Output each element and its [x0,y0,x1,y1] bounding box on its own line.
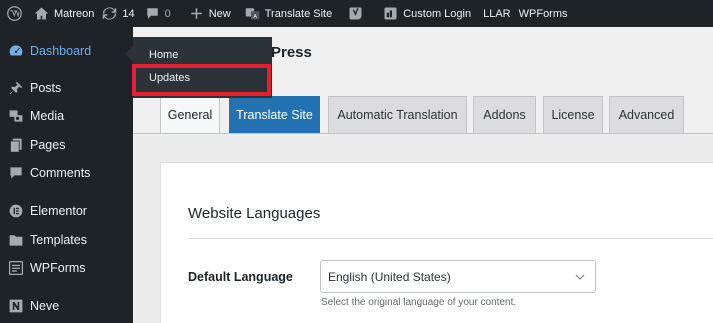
tab-automatic-translation[interactable]: Automatic Translation [328,96,467,133]
comments-link[interactable]: 0 [141,0,177,27]
sidebar-item-wpforms[interactable]: WPForms [0,254,133,282]
site-name-label: Matreon [54,7,95,20]
sidebar-item-posts[interactable]: Posts [0,74,133,102]
flyout-item-label: Home [149,49,179,61]
tab-license[interactable]: License [543,96,603,133]
new-label: New [208,7,231,20]
pushpin-icon [6,78,26,98]
default-language-value: English (United States) [328,269,451,284]
pages-icon [6,135,26,155]
custom-login-icon [383,6,398,21]
tab-label: License [551,108,595,122]
yoast-icon [348,6,363,21]
site-name-link[interactable]: Matreon [30,0,100,27]
llar-link[interactable]: LLAR [477,0,517,27]
flyout-arrow [125,46,133,62]
wpforms-link[interactable]: WPForms [517,0,574,27]
wpforms-icon [6,258,26,278]
dashboard-gauge-icon [6,41,26,61]
sidebar-item-label: Media [30,109,65,123]
updates-count: 14 [122,7,135,20]
default-language-label: Default Language [188,270,293,284]
admin-sidebar: Dashboard Posts Media Pages Comments Ele… [0,27,133,323]
comment-bubble-icon [145,6,160,21]
sidebar-item-label: WPForms [30,261,86,275]
tab-label: Addons [483,108,526,122]
tab-translate-site[interactable]: Translate Site [229,96,320,133]
sidebar-item-media[interactable]: Media [0,102,133,130]
updates-link[interactable]: 14 [100,0,140,27]
custom-login-link[interactable]: Custom Login [369,0,477,27]
folder-icon [6,230,26,250]
elementor-icon [6,201,26,221]
translate-icon: A [245,6,260,21]
section-title: Website Languages [188,205,321,222]
tab-label: Translate Site [236,108,313,122]
translate-site-label: Translate Site [264,7,333,20]
tab-advanced[interactable]: Advanced [609,96,684,133]
new-content-link[interactable]: New [177,0,237,27]
svg-text:A: A [253,14,257,20]
section-divider [188,238,713,239]
tab-addons[interactable]: Addons [473,96,536,133]
wordpress-logo-button[interactable] [0,0,30,27]
sidebar-item-label: Elementor [30,204,87,218]
sidebar-item-elementor[interactable]: Elementor [0,197,133,225]
yoast-seo-link[interactable] [338,0,369,27]
custom-login-label: Custom Login [403,7,472,20]
chevron-down-icon [575,274,585,280]
sidebar-item-label: Templates [30,233,87,247]
wordpress-logo-icon [7,6,22,21]
sidebar-item-neve[interactable]: Neve [0,292,133,320]
sidebar-item-comments[interactable]: Comments [0,159,133,187]
settings-panel: Website Languages Default Language Engli… [160,162,713,323]
default-language-select[interactable]: English (United States) [320,260,596,293]
media-icon [6,106,26,126]
sidebar-item-label: Dashboard [30,44,92,58]
flyout-item-home[interactable]: Home [133,44,272,66]
comments-count: 0 [164,7,171,20]
plus-icon [189,6,204,21]
admin-bar: Matreon 14 0 New A Translate Site Custom… [0,0,713,27]
neve-icon [6,296,26,316]
translate-site-link[interactable]: A Translate Site [237,0,338,27]
tab-label: Advanced [618,108,675,122]
tab-label: General [167,108,213,122]
sidebar-item-pages[interactable]: Pages [0,131,133,159]
comment-icon [6,163,26,183]
updates-highlight-box [132,64,271,96]
page-title: Press [271,44,312,61]
sidebar-item-templates[interactable]: Templates [0,226,133,254]
sidebar-item-dashboard[interactable]: Dashboard [0,37,133,65]
tab-label: Automatic Translation [337,108,458,122]
wpforms-label: WPForms [518,7,568,20]
sidebar-item-label: Comments [30,166,91,180]
sidebar-item-label: Posts [30,81,62,95]
settings-area: Website Languages Default Language Engli… [133,133,713,323]
sidebar-item-label: Pages [30,138,66,152]
tab-general[interactable]: General [160,96,220,133]
home-icon [34,6,49,21]
sidebar-item-label: Neve [30,299,60,313]
llar-label: LLAR [483,7,511,20]
default-language-help: Select the original language of your con… [321,297,517,308]
updates-refresh-icon [102,6,117,21]
